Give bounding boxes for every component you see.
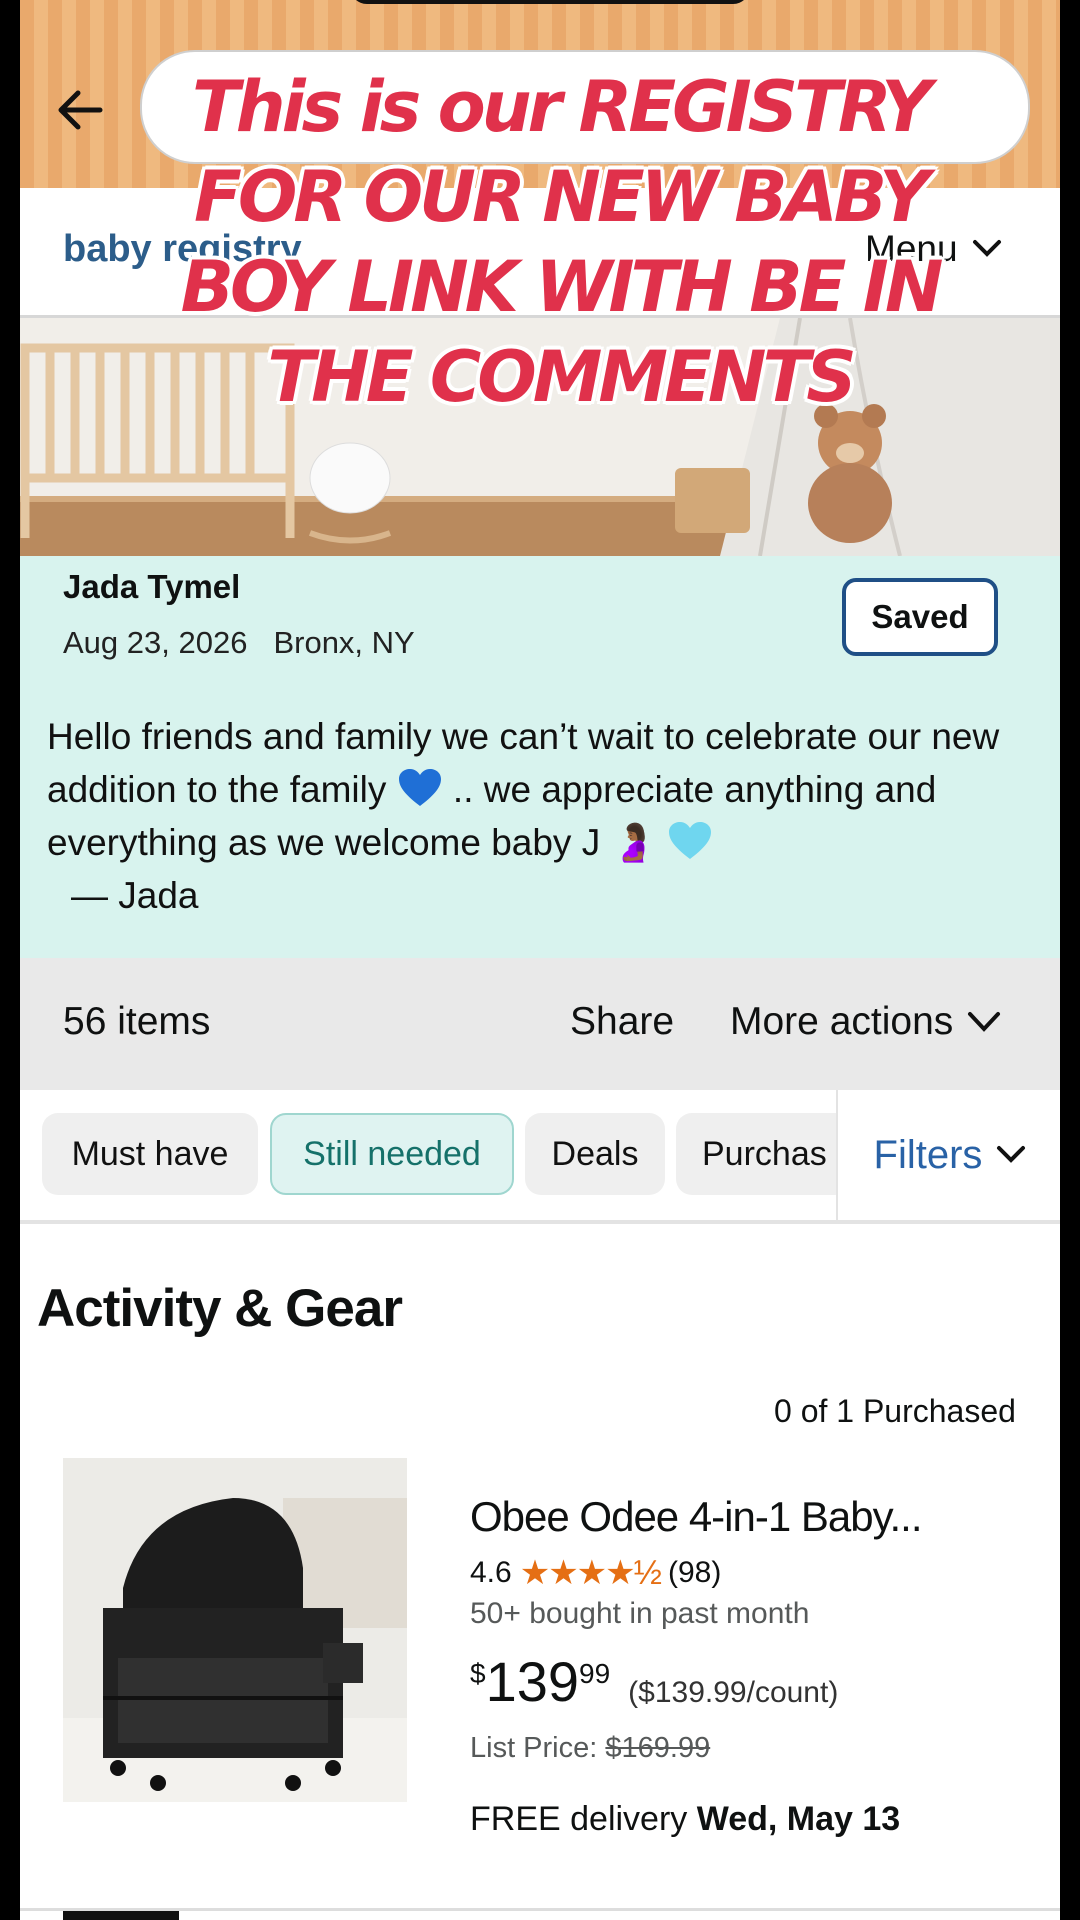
product-image[interactable] xyxy=(63,1458,407,1802)
filters-dropdown[interactable]: Filters xyxy=(836,1090,1060,1220)
price-per-unit: ($139.99/count) xyxy=(628,1676,839,1709)
delivery-label: FREE delivery xyxy=(470,1800,688,1838)
section-title: Activity & Gear xyxy=(37,1279,403,1338)
product-price: $ 139 99 ($139.99/count) xyxy=(470,1652,838,1712)
event-date: Aug 23, 2026 xyxy=(63,625,248,660)
overlay-caption: This is our REGISTRY FOR OUR NEW BABY BO… xyxy=(180,66,944,418)
chip-purchased[interactable]: Purchas xyxy=(676,1113,851,1195)
filters-label: Filters xyxy=(873,1132,983,1177)
event-location: Bronx, NY xyxy=(273,625,415,660)
chevron-down-icon xyxy=(997,1146,1026,1163)
list-price-value: $169.99 xyxy=(605,1732,711,1764)
list-price: List Price: $169.99 xyxy=(470,1732,710,1765)
saved-button[interactable]: Saved xyxy=(842,578,998,656)
chip-still-needed[interactable]: Still needed xyxy=(270,1113,514,1195)
chip-must-have[interactable]: Must have xyxy=(42,1113,258,1195)
share-button[interactable]: Share xyxy=(570,1000,674,1044)
product-rating: 4.6 ★★★★½ (98) xyxy=(470,1553,721,1593)
star-rating-icon: ★★★★½ xyxy=(519,1554,662,1592)
item-count: 56 items xyxy=(63,1000,211,1043)
blue-heart-icon xyxy=(398,769,441,806)
product-title-link[interactable]: Obee Odee 4-in-1 Baby... xyxy=(470,1493,922,1541)
bottom-tab-indicator xyxy=(63,1911,179,1920)
pregnant-woman-icon: 🤰🏾 xyxy=(610,822,657,863)
purchased-status: 0 of 1 Purchased xyxy=(774,1393,1016,1429)
registrant-name: Jada Tymel xyxy=(63,568,241,605)
message-signature: — Jada xyxy=(71,875,199,916)
delivery-date: Wed, May 13 xyxy=(696,1800,901,1838)
delivery-info: FREE delivery Wed, May 13 xyxy=(470,1800,900,1839)
chevron-down-icon xyxy=(968,1012,1001,1032)
price-currency: $ xyxy=(470,1658,486,1689)
light-blue-heart-icon xyxy=(668,822,711,859)
more-actions-button[interactable]: More actions xyxy=(730,1000,1001,1044)
registry-message: Hello friends and family we can’t wait t… xyxy=(47,710,1052,922)
price-whole: 139 xyxy=(485,1650,580,1713)
more-actions-label: More actions xyxy=(730,1000,954,1043)
review-count[interactable]: (98) xyxy=(668,1556,721,1590)
list-price-label: List Price: xyxy=(470,1732,598,1764)
registry-meta: Aug 23, 2026 Bronx, NY xyxy=(63,625,441,661)
rating-value: 4.6 xyxy=(470,1556,512,1589)
camera-notch xyxy=(350,0,750,4)
bought-count: 50+ bought in past month xyxy=(470,1597,810,1630)
price-fraction: 99 xyxy=(579,1658,611,1689)
chip-deals[interactable]: Deals xyxy=(525,1113,665,1195)
app-frame: baby registry Menu Jada Tymel Aug 23, 20… xyxy=(20,0,1060,1920)
back-arrow-icon[interactable] xyxy=(50,80,110,140)
